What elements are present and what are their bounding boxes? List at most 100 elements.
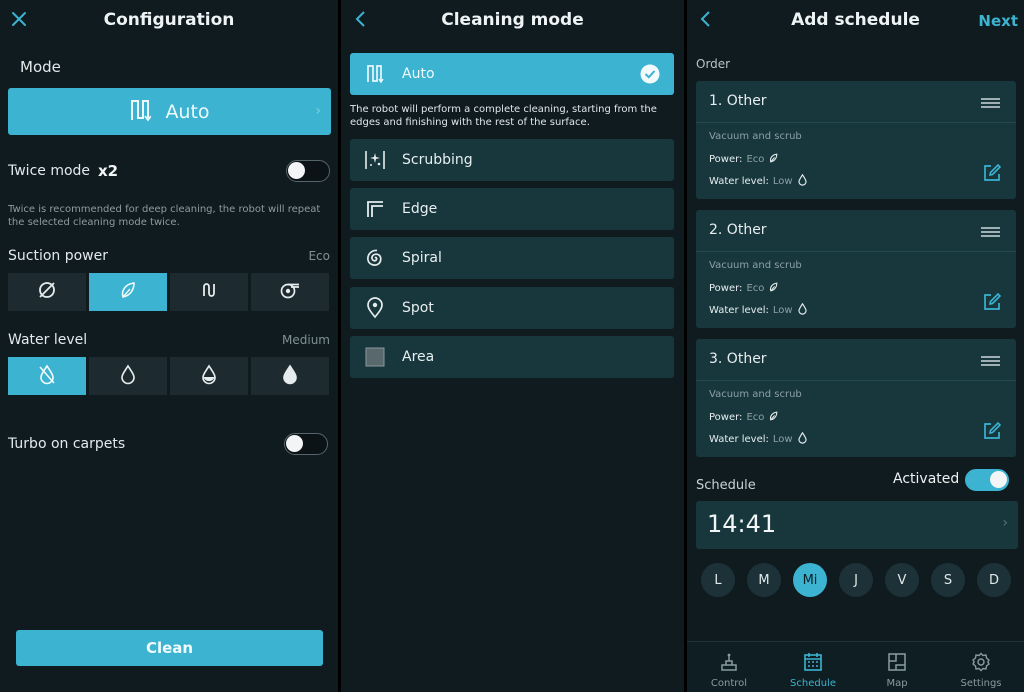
water-value: Low — [772, 175, 793, 187]
map-icon — [887, 652, 907, 675]
order-label: Order — [696, 57, 731, 71]
bottom-tab-bar: Control Schedule Map Settings — [687, 641, 1024, 692]
spiral-icon — [364, 247, 386, 269]
power-value: Eco — [746, 154, 765, 165]
drag-handle-icon[interactable] — [981, 98, 1000, 110]
gear-icon — [971, 652, 991, 675]
schedule-item-title: 2. Other — [709, 222, 767, 238]
mode-option-spiral[interactable]: Spiral — [350, 237, 674, 279]
water-medium-option[interactable] — [170, 357, 248, 395]
mode-option-label: Spiral — [402, 250, 442, 266]
water-low-option[interactable] — [89, 357, 167, 395]
schedule-item-power: Power: Eco — [709, 410, 779, 425]
suction-normal-option[interactable] — [170, 273, 248, 311]
water-level-selector — [8, 357, 329, 395]
schedule-item-water: Water level: Low — [709, 173, 808, 189]
divider — [696, 251, 1016, 252]
page-title: Cleaning mode — [441, 10, 584, 30]
water-drop-icon — [797, 302, 808, 318]
day-button[interactable]: L — [701, 563, 735, 597]
suction-turbo-option[interactable] — [251, 273, 329, 311]
schedule-item-title: 1. Other — [709, 93, 767, 109]
water-high-icon — [281, 363, 299, 389]
time-selector[interactable]: 14:41 › — [696, 501, 1018, 549]
scrubbing-icon — [364, 149, 386, 171]
suction-eco-option[interactable] — [89, 273, 167, 311]
power-label: Power: — [709, 283, 743, 294]
mode-option-scrubbing[interactable]: Scrubbing — [350, 139, 674, 181]
water-level-label: Water level — [8, 332, 88, 348]
tab-label: Schedule — [790, 678, 836, 689]
turbo-carpets-label: Turbo on carpets — [8, 436, 126, 452]
page-title: Configuration — [103, 10, 235, 30]
drag-handle-icon[interactable] — [981, 227, 1000, 239]
tab-label: Settings — [960, 678, 1002, 689]
twice-description: Twice is recommended for deep cleaning, … — [8, 204, 321, 228]
day-button[interactable]: D — [977, 563, 1011, 597]
water-label: Water level: — [709, 175, 769, 187]
tab-map[interactable]: Map — [855, 642, 939, 692]
turbo-fan-icon — [279, 280, 301, 304]
twice-mode-toggle[interactable] — [286, 160, 330, 182]
suction-off-option[interactable] — [8, 273, 86, 311]
water-off-icon — [37, 363, 57, 389]
day-button[interactable]: S — [931, 563, 965, 597]
schedule-item-card[interactable]: 2. Other Vacuum and scrub Power: Eco Wat… — [696, 210, 1016, 328]
schedule-item-power: Power: Eco — [709, 281, 779, 296]
schedule-item-water: Water level: Low — [709, 431, 808, 447]
mode-option-spot[interactable]: Spot — [350, 287, 674, 329]
day-button[interactable]: M — [747, 563, 781, 597]
page-title: Add schedule — [791, 10, 920, 30]
mode-description: The robot will perform a complete cleani… — [350, 104, 657, 128]
mode-option-area[interactable]: Area — [350, 336, 674, 378]
tab-control[interactable]: Control — [687, 642, 771, 692]
time-value: 14:41 — [707, 510, 777, 538]
mode-selector-button[interactable]: Auto › — [8, 88, 331, 135]
checkmark-icon — [640, 64, 660, 88]
schedule-item-power: Power: Eco — [709, 152, 779, 167]
water-value: Low — [772, 433, 793, 445]
next-button[interactable]: Next — [978, 12, 1018, 30]
power-label: Power: — [709, 154, 743, 165]
configuration-panel: Configuration Mode Auto › Twice mode x2 … — [0, 0, 338, 692]
tab-label: Control — [710, 678, 748, 689]
robot-control-icon — [719, 652, 739, 675]
twice-badge: x2 — [98, 162, 119, 180]
schedule-item-card[interactable]: 3. Other Vacuum and scrub Power: Eco Wat… — [696, 339, 1016, 457]
mode-option-label: Area — [402, 349, 435, 365]
normal-icon — [199, 280, 219, 304]
eco-leaf-icon — [768, 152, 779, 167]
chevron-right-icon: › — [1002, 515, 1008, 531]
cleaning-mode-panel: Cleaning mode Auto The robot will perfor… — [341, 0, 684, 692]
eco-leaf-icon — [118, 280, 138, 304]
day-button[interactable]: Mi — [793, 563, 827, 597]
mode-option-label: Auto — [402, 66, 435, 82]
tab-schedule[interactable]: Schedule — [771, 642, 855, 692]
tab-label: Map — [886, 678, 908, 689]
day-button[interactable]: V — [885, 563, 919, 597]
drag-handle-icon[interactable] — [981, 356, 1000, 368]
area-square-icon — [364, 347, 386, 367]
tab-settings[interactable]: Settings — [939, 642, 1023, 692]
schedule-item-type: Vacuum and scrub — [709, 260, 802, 271]
schedule-item-card[interactable]: 1. Other Vacuum and scrub Power: Eco Wat… — [696, 81, 1016, 199]
eco-leaf-icon — [768, 281, 779, 296]
mode-option-edge[interactable]: Edge — [350, 188, 674, 230]
edit-icon[interactable] — [982, 163, 1002, 187]
edge-icon — [364, 199, 386, 219]
mode-option-label: Scrubbing — [402, 152, 473, 168]
add-schedule-panel: Add schedule Next Order 1. Other Vacuum … — [687, 0, 1024, 692]
turbo-carpets-toggle[interactable] — [284, 433, 328, 455]
clean-button[interactable]: Clean — [16, 630, 323, 666]
edit-icon[interactable] — [982, 292, 1002, 316]
spot-pin-icon — [364, 297, 386, 319]
water-off-option[interactable] — [8, 357, 86, 395]
water-high-option[interactable] — [251, 357, 329, 395]
water-label: Water level: — [709, 304, 769, 316]
suction-power-value: Eco — [308, 249, 330, 263]
activated-toggle[interactable] — [965, 469, 1009, 491]
water-low-icon — [119, 363, 137, 389]
day-button[interactable]: J — [839, 563, 873, 597]
mode-option-auto[interactable]: Auto — [350, 53, 674, 95]
edit-icon[interactable] — [982, 421, 1002, 445]
